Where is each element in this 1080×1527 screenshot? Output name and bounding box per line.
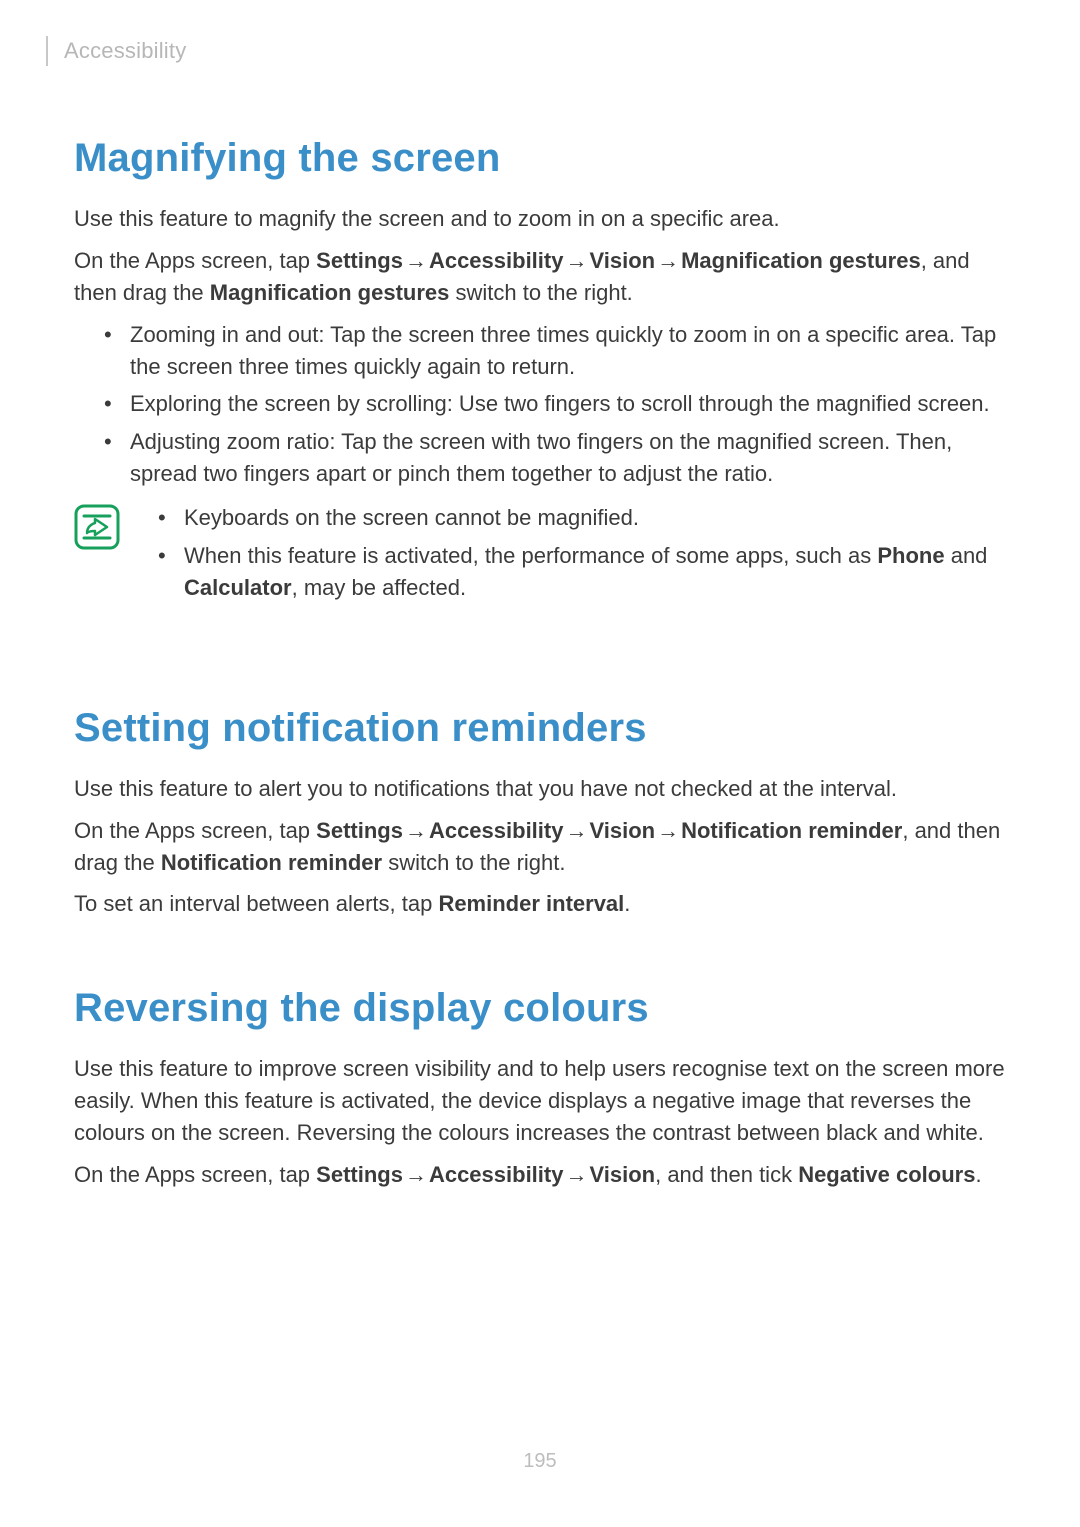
text: When this feature is activated, the perf…	[184, 543, 877, 568]
list-item: Zooming in and out: Tap the screen three…	[74, 319, 1006, 383]
reverse-path: On the Apps screen, tap Settings→Accessi…	[74, 1159, 1006, 1191]
list-item: Keyboards on the screen cannot be magnif…	[138, 502, 1006, 534]
reverse-intro: Use this feature to improve screen visib…	[74, 1053, 1006, 1149]
text: , and then tick	[655, 1162, 798, 1187]
text: To set an interval between alerts, tap	[74, 891, 438, 916]
note-list: Keyboards on the screen cannot be magnif…	[138, 502, 1006, 610]
arrow-icon: →	[403, 245, 429, 277]
reminders-interval: To set an interval between alerts, tap R…	[74, 888, 1006, 920]
list-item: Exploring the screen by scrolling: Use t…	[74, 388, 1006, 420]
path-settings: Settings	[316, 818, 403, 843]
text: .	[624, 891, 630, 916]
text: On the Apps screen, tap	[74, 1162, 316, 1187]
arrow-icon: →	[563, 245, 589, 277]
arrow-icon: →	[403, 815, 429, 847]
switch-name: Magnification gestures	[210, 280, 450, 305]
heading-magnifying: Magnifying the screen	[74, 136, 1006, 181]
app-phone: Phone	[877, 543, 944, 568]
page-number: 195	[0, 1450, 1080, 1473]
path-vision: Vision	[589, 248, 655, 273]
path-accessibility: Accessibility	[429, 1162, 564, 1187]
heading-reminders: Setting notification reminders	[74, 706, 1006, 751]
text: switch to the right.	[382, 850, 565, 875]
note-block: Keyboards on the screen cannot be magnif…	[74, 502, 1006, 610]
text: On the Apps screen, tap	[74, 818, 316, 843]
path-settings: Settings	[316, 1162, 403, 1187]
path-magnification-gestures: Magnification gestures	[681, 248, 921, 273]
text: .	[975, 1162, 981, 1187]
heading-reverse: Reversing the display colours	[74, 986, 1006, 1031]
reminders-path: On the Apps screen, tap Settings→Accessi…	[74, 815, 1006, 879]
magnify-intro: Use this feature to magnify the screen a…	[74, 203, 1006, 235]
path-accessibility: Accessibility	[429, 818, 564, 843]
switch-name: Notification reminder	[161, 850, 382, 875]
negative-colours: Negative colours	[798, 1162, 975, 1187]
magnify-path: On the Apps screen, tap Settings→Accessi…	[74, 245, 1006, 309]
text: , may be affected.	[292, 575, 466, 600]
note-icon	[74, 504, 120, 550]
reminders-intro: Use this feature to alert you to notific…	[74, 773, 1006, 805]
arrow-icon: →	[563, 815, 589, 847]
breadcrumb-rule	[46, 36, 48, 66]
path-vision: Vision	[589, 818, 655, 843]
path-accessibility: Accessibility	[429, 248, 564, 273]
path-settings: Settings	[316, 248, 403, 273]
reminder-interval: Reminder interval	[438, 891, 624, 916]
text: switch to the right.	[449, 280, 632, 305]
list-item: When this feature is activated, the perf…	[138, 540, 1006, 604]
path-vision: Vision	[589, 1162, 655, 1187]
arrow-icon: →	[563, 1159, 589, 1191]
breadcrumb: Accessibility	[74, 36, 1006, 66]
arrow-icon: →	[403, 1159, 429, 1191]
app-calculator: Calculator	[184, 575, 292, 600]
text: On the Apps screen, tap	[74, 248, 316, 273]
magnify-bullets: Zooming in and out: Tap the screen three…	[74, 319, 1006, 490]
breadcrumb-text: Accessibility	[64, 38, 186, 64]
arrow-icon: →	[655, 815, 681, 847]
text: and	[945, 543, 988, 568]
path-notification-reminder: Notification reminder	[681, 818, 902, 843]
arrow-icon: →	[655, 245, 681, 277]
list-item: Adjusting zoom ratio: Tap the screen wit…	[74, 426, 1006, 490]
